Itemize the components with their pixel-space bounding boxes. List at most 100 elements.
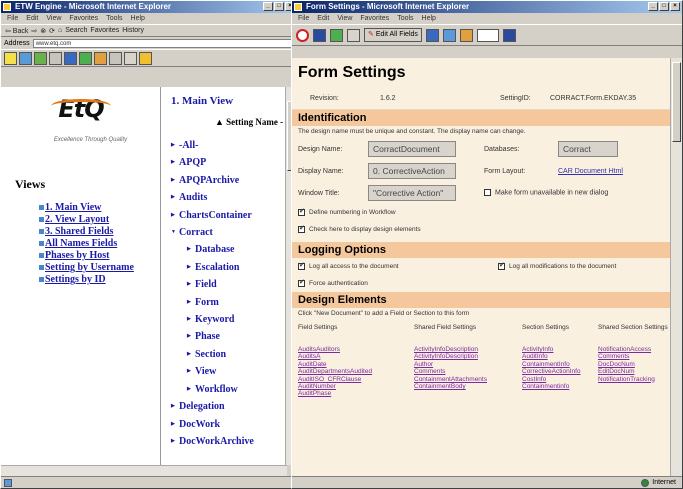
- home-icon[interactable]: ⌂: [58, 27, 62, 34]
- design-name-field[interactable]: CorractDocument: [368, 141, 456, 157]
- copy-icon[interactable]: [442, 28, 456, 42]
- check-display-row[interactable]: Check here to display design elements: [292, 221, 672, 238]
- list-item[interactable]: CostInfo: [522, 376, 598, 383]
- subcategory-workflow[interactable]: Workflow: [171, 381, 297, 399]
- list-item[interactable]: ActivityInfoDescription: [414, 353, 522, 360]
- category-docworkarchive[interactable]: DocWorkArchive: [171, 433, 297, 451]
- back-button[interactable]: ⇦ Back: [5, 27, 28, 35]
- attach-icon[interactable]: [459, 28, 473, 42]
- unavailable-checkbox[interactable]: [484, 189, 491, 197]
- category-audits[interactable]: Audits: [171, 189, 297, 207]
- right-title-bar[interactable]: Form Settings - Microsoft Internet Explo…: [292, 1, 682, 13]
- category-apqp[interactable]: APQP: [171, 154, 297, 172]
- log-access-checkbox[interactable]: [298, 261, 305, 270]
- forward-icon[interactable]: ⇨: [31, 27, 37, 35]
- subcategory-escalation[interactable]: Escalation: [171, 259, 297, 277]
- list-item[interactable]: ContainmentInfo: [522, 361, 598, 368]
- view-link-settings-by-id[interactable]: Settings by ID: [15, 274, 160, 286]
- list-item[interactable]: CorrectiveActionInfo: [522, 368, 598, 375]
- subcategory-keyword[interactable]: Keyword: [171, 311, 297, 329]
- list-item[interactable]: AuditsAuditors: [298, 346, 414, 353]
- list-item[interactable]: NotificationAccess: [598, 346, 668, 353]
- define-numbering-checkbox[interactable]: [298, 207, 305, 216]
- open-icon[interactable]: [19, 51, 32, 65]
- menu-file[interactable]: File: [298, 13, 309, 24]
- help-icon[interactable]: [502, 28, 516, 42]
- favorites-button[interactable]: Favorites: [90, 27, 119, 34]
- history-button[interactable]: History: [122, 27, 144, 34]
- subcategory-phase[interactable]: Phase: [171, 328, 297, 346]
- subcategory-field[interactable]: Field: [171, 276, 297, 294]
- form-layout-link[interactable]: CAR Document Html: [558, 168, 623, 175]
- menu-help[interactable]: Help: [422, 13, 436, 24]
- list-item[interactable]: ContainmentAttachments: [414, 376, 522, 383]
- stop-icon[interactable]: ⊗: [40, 27, 46, 35]
- databases-field[interactable]: Corract: [558, 141, 618, 157]
- left-horizontal-scrollbar[interactable]: [1, 465, 287, 476]
- subcategory-form[interactable]: Form: [171, 294, 297, 312]
- list-item[interactable]: AuditDate: [298, 361, 414, 368]
- log-modifications-option[interactable]: Log all modifications to the document: [498, 261, 616, 270]
- list-item[interactable]: Comments: [414, 368, 522, 375]
- list-item[interactable]: AuditPhase: [298, 390, 414, 397]
- unavailable-checkbox-row[interactable]: Make form unavailable in new dialog: [456, 189, 608, 197]
- window-title-field[interactable]: "Corrective Action": [368, 185, 456, 201]
- list-item[interactable]: Containmentinfo: [522, 383, 598, 390]
- menu-edit[interactable]: Edit: [317, 13, 329, 24]
- view-icon[interactable]: [64, 51, 77, 65]
- menu-favorites[interactable]: Favorites: [360, 13, 389, 24]
- right-vertical-scrollbar[interactable]: [670, 58, 682, 478]
- menu-help[interactable]: Help: [131, 13, 145, 24]
- close-icon[interactable]: ×: [670, 2, 680, 11]
- list-item[interactable]: ContainmentBody: [414, 383, 522, 390]
- print-icon[interactable]: [425, 28, 439, 42]
- log-access-option[interactable]: Log all access to the document: [298, 261, 498, 270]
- preview-icon[interactable]: [476, 28, 499, 42]
- list-item[interactable]: ActivityInfoDescription: [414, 346, 522, 353]
- list-item[interactable]: AuditISO_CFRClause: [298, 376, 414, 383]
- save-icon[interactable]: [313, 28, 326, 42]
- category-all[interactable]: -All-: [171, 137, 297, 155]
- report-icon[interactable]: [79, 51, 92, 65]
- view-link-all-names-fields[interactable]: All Names Fields: [15, 238, 160, 250]
- list-item[interactable]: DocDocNum: [598, 361, 668, 368]
- refresh-icon[interactable]: [330, 28, 343, 42]
- lookup-icon[interactable]: [347, 28, 360, 42]
- list-item[interactable]: AuditDepartmentsAudited: [298, 368, 414, 375]
- subcategory-section[interactable]: Section: [171, 346, 297, 364]
- scroll-thumb[interactable]: [672, 62, 681, 142]
- log-modifications-checkbox[interactable]: [498, 261, 505, 270]
- maximize-icon[interactable]: □: [274, 2, 284, 11]
- force-auth-row[interactable]: Force authentication: [292, 275, 672, 292]
- define-numbering-row[interactable]: Define numbering in Workflow: [292, 204, 672, 221]
- minimize-icon[interactable]: _: [263, 2, 273, 11]
- category-corract[interactable]: Corract: [171, 224, 297, 242]
- force-auth-checkbox[interactable]: [298, 278, 305, 287]
- settings-icon[interactable]: [109, 51, 122, 65]
- check-display-checkbox[interactable]: [298, 224, 305, 233]
- refresh-icon[interactable]: ⟳: [49, 27, 55, 35]
- view-link-view-layout[interactable]: 2. View Layout: [15, 214, 160, 226]
- category-chartscontainer[interactable]: ChartsContainer: [171, 207, 297, 225]
- help-icon[interactable]: [139, 51, 152, 65]
- minimize-icon[interactable]: _: [648, 2, 658, 11]
- new-icon[interactable]: [4, 51, 17, 65]
- view-link-phases-by-host[interactable]: Phases by Host: [15, 250, 160, 262]
- list-item[interactable]: AuditNumber: [298, 383, 414, 390]
- menu-tools[interactable]: Tools: [106, 13, 122, 24]
- category-docwork[interactable]: DocWork: [171, 416, 297, 434]
- maximize-icon[interactable]: □: [659, 2, 669, 11]
- display-name-field[interactable]: 0. CorrectiveAction: [368, 163, 456, 179]
- category-apqparchive[interactable]: APQPArchive: [171, 172, 297, 190]
- print-icon[interactable]: [49, 51, 62, 65]
- document-icon[interactable]: [124, 51, 137, 65]
- list-item[interactable]: NotificationTracking: [598, 376, 668, 383]
- left-title-bar[interactable]: ETW Engine - Microsoft Internet Explorer…: [1, 1, 297, 13]
- edit-all-fields-button[interactable]: ✎ Edit All Fields: [364, 28, 422, 42]
- list-item[interactable]: AuditsA: [298, 353, 414, 360]
- list-item[interactable]: EditDocNum: [598, 368, 668, 375]
- cancel-icon[interactable]: [296, 28, 309, 42]
- view-link-main-view[interactable]: 1. Main View: [15, 202, 160, 214]
- address-input[interactable]: www.etq.com: [32, 38, 297, 48]
- view-link-setting-by-username[interactable]: Setting by Username: [15, 262, 160, 274]
